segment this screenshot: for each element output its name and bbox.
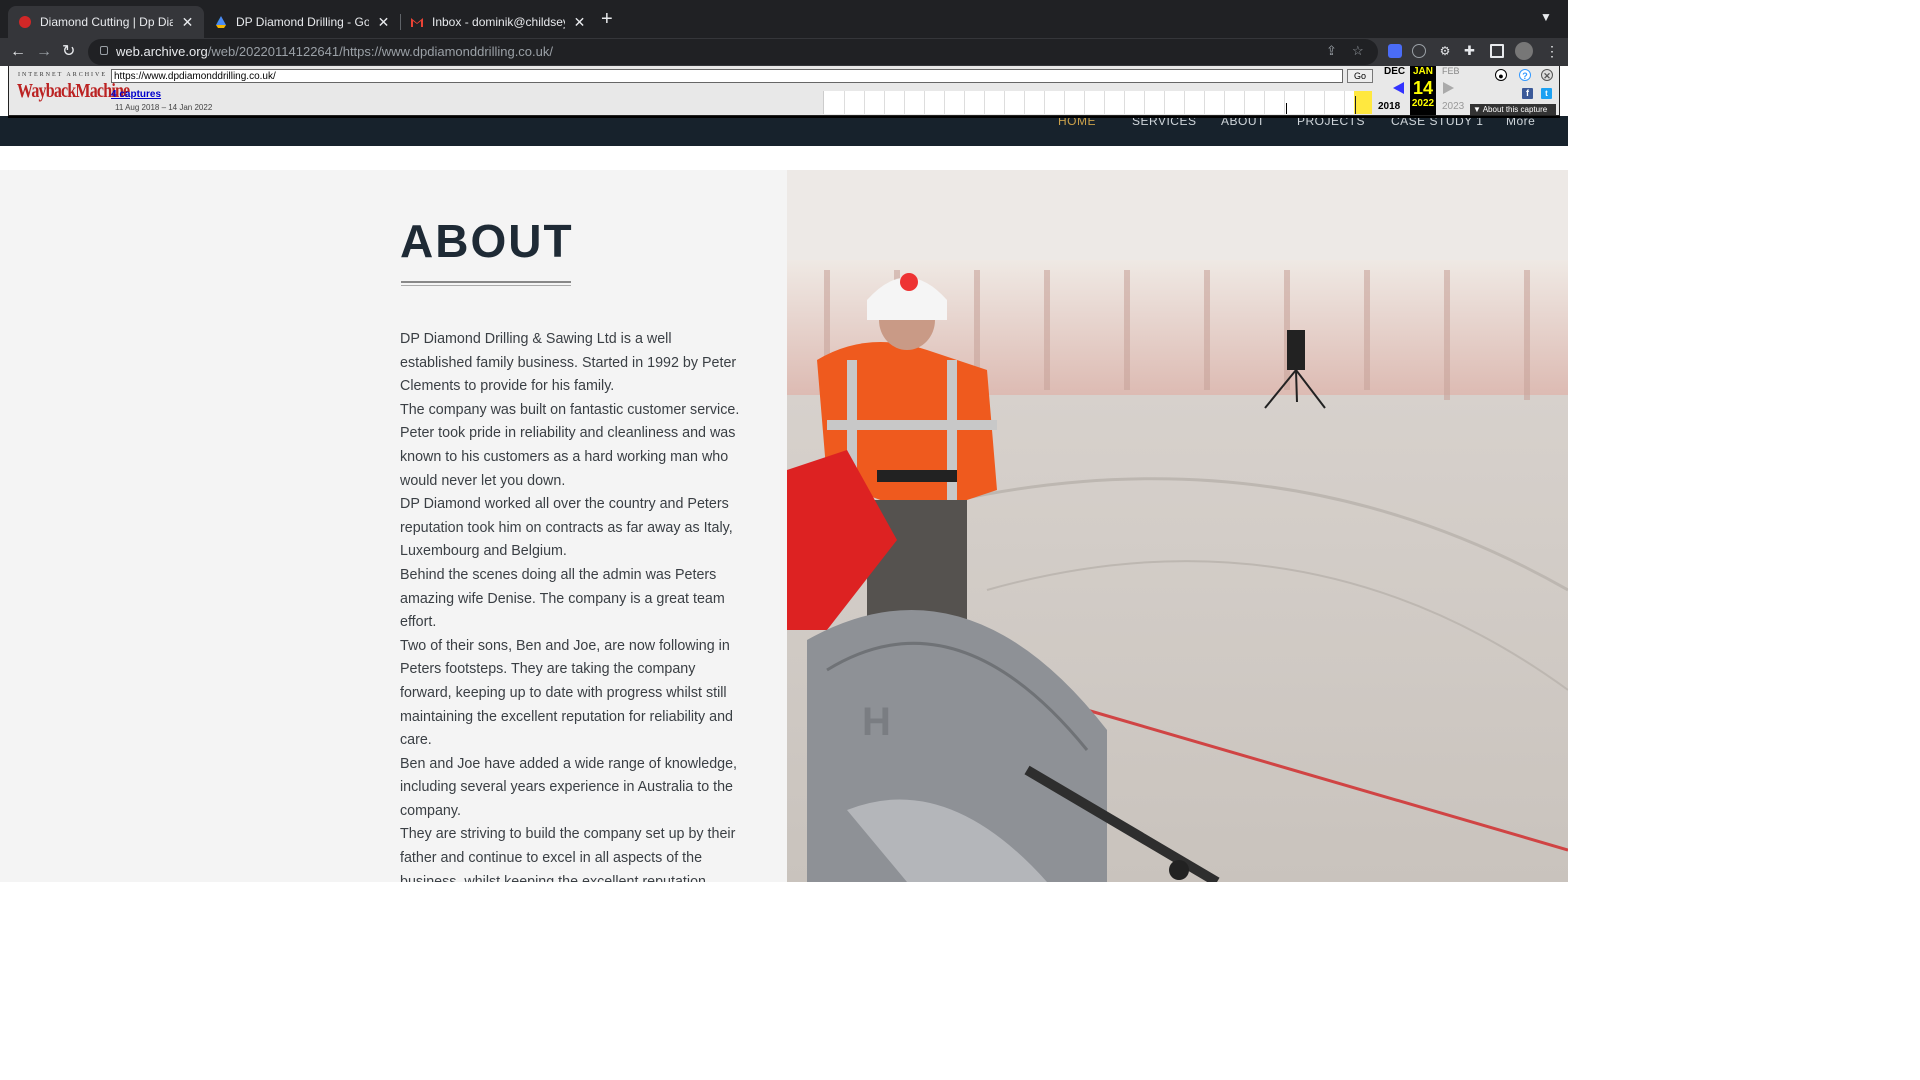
capture-sparkline[interactable] (823, 91, 1372, 114)
gmail-icon (411, 18, 423, 27)
page-title: ABOUT (400, 215, 574, 267)
close-tab-icon[interactable]: ✕ (573, 14, 586, 31)
nav-case-study-1[interactable]: CASE STUDY 1 (1391, 114, 1483, 128)
lock-icon (100, 46, 108, 55)
reload-icon[interactable]: ↻ (62, 42, 75, 62)
next-year: 2023 (1442, 101, 1465, 112)
help-icon[interactable]: ? (1519, 69, 1531, 81)
address-bar[interactable]: web.archive.org/web/20220114122641/https… (88, 39, 1378, 65)
about-this-capture-label: About this capture (1482, 105, 1548, 114)
google-drive-icon (216, 16, 226, 28)
about-paragraph: The company was built on fantastic custo… (400, 401, 740, 489)
forward-arrow-icon[interactable]: → (36, 42, 52, 62)
wayback-url-input[interactable] (111, 69, 1343, 83)
nav-home[interactable]: HOME (1058, 114, 1096, 128)
twitter-share-icon[interactable]: t (1541, 88, 1552, 99)
extension-icon[interactable] (1388, 44, 1402, 58)
worker-floor-saw-photo: H (787, 170, 1568, 882)
facebook-share-icon[interactable]: f (1522, 88, 1533, 99)
extension-gear-icon[interactable]: ⚙ (1438, 44, 1452, 58)
prev-capture-arrow-icon[interactable] (1393, 82, 1404, 94)
tab-gmail-inbox[interactable]: Inbox - dominik@childsey.com ✕ (400, 6, 596, 38)
current-month: JAN (1412, 66, 1433, 77)
next-month: FEB (1442, 66, 1460, 76)
about-paragraph: DP Diamond Drilling & Sawing Ltd is a we… (400, 331, 737, 395)
tab-search-chevron-icon[interactable]: ▼ (1540, 10, 1552, 24)
photo-illustration: H (787, 170, 1568, 882)
nav-about[interactable]: ABOUT (1221, 114, 1265, 128)
capture-date-range: 11 Aug 2018 – 14 Jan 2022 (115, 103, 213, 112)
prev-year[interactable]: 2018 (1378, 101, 1400, 112)
about-this-capture-button[interactable]: ▼ About this capture (1470, 104, 1556, 115)
wayback-toolbar: INTERNET ARCHIVE WaybackMachine Go 4 cap… (8, 66, 1560, 116)
close-wayback-icon[interactable]: ✕ (1541, 69, 1553, 81)
bookmark-star-icon[interactable]: ☆ (1352, 43, 1364, 59)
next-capture-arrow-icon (1443, 82, 1454, 94)
close-tab-icon[interactable]: ✕ (377, 14, 390, 31)
title-divider (401, 281, 571, 286)
site-navigation: HOME SERVICES ABOUT PROJECTS CASE STUDY … (0, 114, 1568, 146)
back-arrow-icon[interactable]: ← (10, 42, 26, 62)
browser-menu-icon[interactable]: ⋮ (1545, 44, 1559, 58)
svg-text:H: H (862, 700, 891, 744)
captures-link[interactable]: 4 captures (111, 89, 161, 100)
extensions-puzzle-icon[interactable]: ✚ (1464, 44, 1478, 58)
nav-services[interactable]: SERVICES (1132, 114, 1196, 128)
extension-compass-icon[interactable] (1412, 44, 1426, 58)
wayback-brand-top: INTERNET ARCHIVE (18, 72, 108, 78)
current-day: 14 (1412, 78, 1434, 98)
about-paragraph: They are striving to build the company s… (400, 826, 736, 882)
nav-projects[interactable]: PROJECTS (1297, 114, 1365, 128)
nav-more[interactable]: More (1506, 114, 1535, 128)
tab-title: Inbox - dominik@childsey.com (432, 15, 565, 29)
wix-favicon-icon (19, 16, 31, 28)
about-paragraph: Ben and Joe have added a wide range of k… (400, 755, 738, 819)
close-tab-icon[interactable]: ✕ (181, 14, 194, 31)
tab-title: Diamond Cutting | Dp Diamond Drilling (40, 15, 173, 29)
address-url[interactable]: web.archive.org/web/20220114122641/https… (116, 44, 553, 59)
prev-month[interactable]: DEC (1384, 66, 1405, 77)
about-body: DP Diamond Drilling & Sawing Ltd is a we… (400, 328, 740, 882)
about-paragraph: Two of their sons, Ben and Joe, are now … (400, 637, 733, 749)
wayback-go-button[interactable]: Go (1347, 69, 1373, 83)
browser-toolbar: ← → ↻ web.archive.org/web/20220114122641… (0, 38, 1568, 66)
tab-diamond-cutting[interactable]: Diamond Cutting | Dp Diamond Drilling ✕ (8, 6, 204, 38)
tab-google-drive[interactable]: DP Diamond Drilling - Google Drive ✕ (204, 6, 400, 38)
current-capture-date: JAN 14 2022 (1410, 66, 1436, 115)
tab-title: DP Diamond Drilling - Google Drive (236, 15, 369, 29)
current-year: 2022 (1411, 98, 1435, 109)
about-paragraph: Behind the scenes doing all the admin wa… (400, 566, 725, 631)
share-icon[interactable]: ⇪ (1326, 43, 1337, 59)
profile-avatar[interactable] (1515, 42, 1533, 60)
browser-tab-strip: Diamond Cutting | Dp Diamond Drilling ✕ … (0, 0, 1568, 38)
about-paragraph: DP Diamond worked all over the country a… (400, 496, 733, 560)
side-panel-icon[interactable] (1490, 44, 1504, 58)
new-tab-button[interactable]: + (601, 8, 613, 30)
wayback-account-icon[interactable]: ● (1495, 69, 1507, 81)
